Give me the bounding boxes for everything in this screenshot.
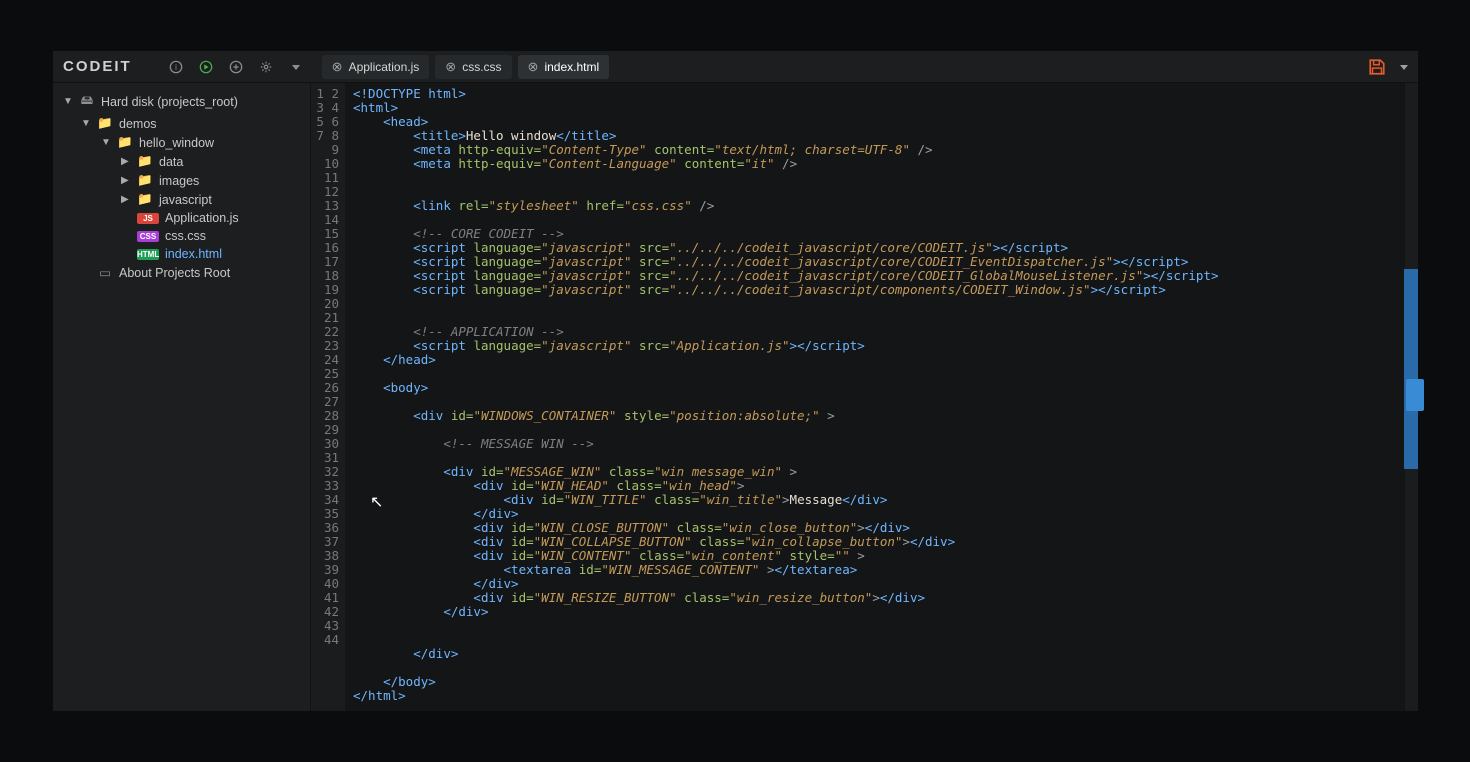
line-gutter: 1 2 3 4 5 6 7 8 9 10 11 12 13 14 15 16 1…: [311, 83, 345, 711]
minimap-thumb[interactable]: [1404, 269, 1418, 469]
tree-file-index-html[interactable]: HTML index.html: [53, 245, 310, 263]
save-icon[interactable]: [1368, 58, 1386, 76]
tree-root[interactable]: ▼🖴 Hard disk (projects_root): [53, 89, 310, 114]
close-icon[interactable]: ⊗: [528, 59, 539, 75]
chevron-down-icon[interactable]: [1396, 59, 1412, 75]
tree-label: hello_window: [139, 136, 214, 150]
add-icon[interactable]: [228, 59, 244, 75]
titlebar: CODEIT i ⊗ Application.js: [53, 51, 1418, 83]
svg-text:i: i: [175, 63, 177, 72]
chevron-down-icon[interactable]: [288, 59, 304, 75]
tree-label: javascript: [159, 193, 212, 207]
folder-icon: 📁: [137, 154, 153, 169]
css-badge: CSS: [137, 231, 159, 242]
close-icon[interactable]: ⊗: [332, 59, 343, 75]
doc-icon: ▭: [97, 265, 113, 280]
minimap-handle[interactable]: [1406, 379, 1424, 411]
file-tree[interactable]: ▼🖴 Hard disk (projects_root) ▼📁 demos ▼📁…: [53, 83, 311, 711]
tab-css-css[interactable]: ⊗ css.css: [435, 55, 511, 79]
tree-folder-images[interactable]: ▶📁 images: [53, 171, 310, 190]
toolbar-icons: i: [168, 59, 304, 75]
tree-file-application-js[interactable]: JS Application.js: [53, 209, 310, 227]
js-badge: JS: [137, 213, 159, 224]
tab-application-js[interactable]: ⊗ Application.js: [322, 55, 430, 79]
tree-label: Hard disk (projects_root): [101, 95, 238, 109]
tree-label: Application.js: [165, 211, 239, 225]
tree-folder-hello-window[interactable]: ▼📁 hello_window: [53, 133, 310, 152]
tree-folder-demos[interactable]: ▼📁 demos: [53, 114, 310, 133]
folder-icon: 📁: [97, 116, 113, 131]
tree-folder-javascript[interactable]: ▶📁 javascript: [53, 190, 310, 209]
code-editor[interactable]: 1 2 3 4 5 6 7 8 9 10 11 12 13 14 15 16 1…: [311, 83, 1418, 711]
html-badge: HTML: [137, 249, 159, 260]
code-content[interactable]: <!DOCTYPE html> <html> <head> <title>Hel…: [345, 83, 1404, 711]
run-icon[interactable]: [198, 59, 214, 75]
tree-file-css-css[interactable]: CSS css.css: [53, 227, 310, 245]
app-window: CODEIT i ⊗ Application.js: [53, 51, 1418, 711]
right-tools: [1368, 58, 1412, 76]
gear-icon[interactable]: [258, 59, 274, 75]
minimap[interactable]: [1404, 83, 1418, 711]
tree-about-root[interactable]: ▭ About Projects Root: [53, 263, 310, 282]
tree-label: About Projects Root: [119, 266, 230, 280]
disk-icon: 🖴: [79, 91, 95, 112]
tab-label: css.css: [462, 60, 501, 74]
app-logo: CODEIT: [61, 58, 138, 75]
editor-tabs: ⊗ Application.js ⊗ css.css ⊗ index.html: [322, 55, 609, 79]
tree-label: data: [159, 155, 183, 169]
tree-label: css.css: [165, 229, 206, 243]
tree-label: index.html: [165, 247, 222, 261]
tab-label: index.html: [544, 60, 599, 74]
close-icon[interactable]: ⊗: [445, 59, 456, 75]
folder-icon: 📁: [117, 135, 133, 150]
tree-folder-data[interactable]: ▶📁 data: [53, 152, 310, 171]
folder-icon: 📁: [137, 173, 153, 188]
content-area: ▼🖴 Hard disk (projects_root) ▼📁 demos ▼📁…: [53, 83, 1418, 711]
folder-icon: 📁: [137, 192, 153, 207]
info-icon[interactable]: i: [168, 59, 184, 75]
tab-label: Application.js: [349, 60, 420, 74]
tree-label: demos: [119, 117, 157, 131]
tab-index-html[interactable]: ⊗ index.html: [518, 55, 610, 79]
tree-label: images: [159, 174, 199, 188]
